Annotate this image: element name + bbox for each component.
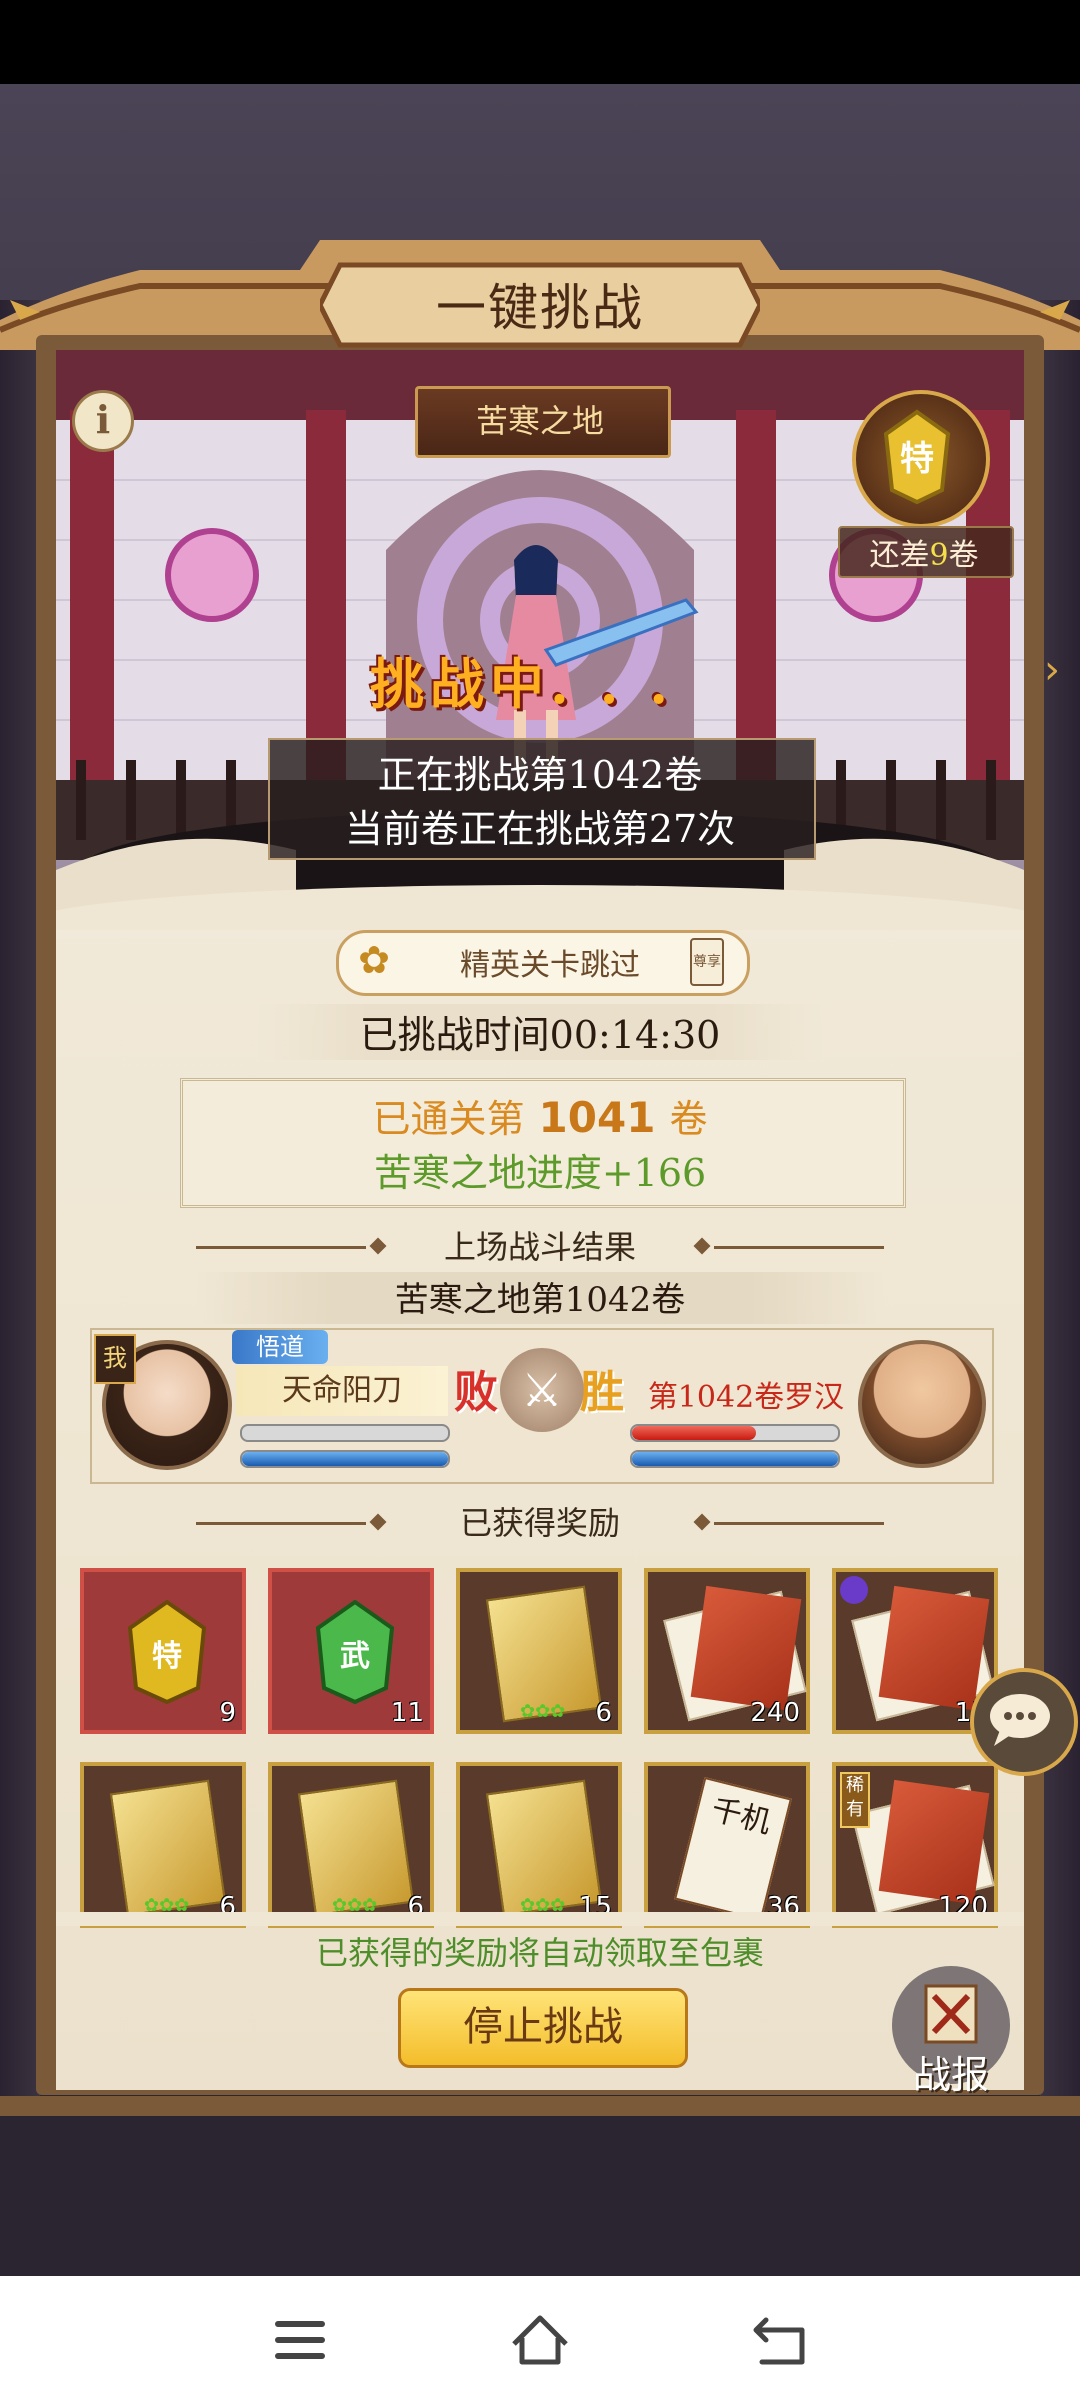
win-mark: 胜 [580, 1367, 624, 1418]
left-pillar [0, 300, 40, 2120]
stop-challenge-button[interactable]: 停止挑战 [398, 1988, 688, 2068]
stage-name: 苦寒之地 [475, 402, 604, 440]
reward-item[interactable]: 特 9 [80, 1568, 246, 1734]
token-gem-icon: 特 [883, 409, 951, 505]
reward-item[interactable]: ✿✿✿ 6 [80, 1762, 246, 1928]
premium-badge: 尊享 [690, 938, 724, 986]
remaining-text: 还差9卷 [869, 538, 979, 573]
rewards-auto-claim-note: 已获得的奖励将自动领取至包裹 [315, 1934, 764, 1972]
cleared-volume-text: 已通关第 1041 卷 [372, 1093, 708, 1142]
info-button[interactable]: i [72, 390, 134, 452]
reward-count: 9 [219, 1698, 236, 1728]
secret-manual-icon [878, 1585, 990, 1711]
attempt-count-text: 当前卷正在挑战第27次 [344, 807, 736, 851]
home-icon[interactable] [500, 2300, 580, 2380]
reward-item[interactable]: ✿✿✿ 15 [456, 1762, 622, 1928]
token-badge[interactable]: 特 [852, 390, 990, 528]
last-battle-heading: 上场战斗结果 [443, 1228, 636, 1266]
enemy-hp-bar [630, 1424, 840, 1442]
chevron-right-icon: › [1044, 647, 1060, 693]
chat-bubble-icon [990, 1694, 1050, 1746]
chat-button[interactable] [970, 1668, 1078, 1776]
crossed-swords-icon: ⚔ [500, 1348, 584, 1432]
last-battle-stage: 苦寒之地第1042卷 [196, 1272, 884, 1324]
purple-orb-icon [840, 1576, 868, 1604]
rarity-stars: ✿✿✿ [520, 1701, 566, 1722]
divider [714, 1522, 884, 1525]
rare-tag: 稀有 [840, 1772, 870, 1828]
my-mp-fill [242, 1452, 448, 1466]
menu-icon[interactable] [260, 2300, 340, 2380]
svg-text:特: 特 [152, 1639, 182, 1674]
reward-item[interactable]: ✿✿✿ 6 [456, 1568, 622, 1734]
enemy-avatar [858, 1340, 986, 1468]
enemy-mp-bar [630, 1450, 840, 1468]
challenging-status: 挑战中. . . [370, 652, 674, 716]
enemy-mp-fill [632, 1452, 838, 1466]
stage-progress-gain: 苦寒之地进度+166 [373, 1151, 707, 1195]
reward-count: 11 [390, 1698, 424, 1728]
gear-icon: ✿ [358, 938, 390, 982]
floor-background [0, 2116, 1080, 2276]
page-title: 一键挑战 [436, 279, 644, 337]
my-skill-name: 天命阳刀 [236, 1366, 448, 1416]
secret-manual-icon [690, 1585, 802, 1711]
back-icon[interactable] [740, 2300, 820, 2380]
reward-count: 240 [750, 1698, 800, 1728]
my-hp-bar [240, 1424, 450, 1442]
elite-skip-label: 精英关卡跳过 [460, 948, 640, 983]
lose-mark: 败 [454, 1367, 498, 1418]
rewards-fade [56, 1912, 1024, 1926]
current-volume-text: 正在挑战第1042卷 [377, 753, 703, 797]
reward-item[interactable]: 稀有 120 [832, 1762, 998, 1928]
reward-count: 6 [595, 1698, 612, 1728]
divider [714, 1246, 884, 1249]
right-pillar [1040, 300, 1080, 2120]
svg-text:武: 武 [340, 1639, 370, 1674]
enemy-name: 第1042卷罗汉 [647, 1380, 845, 1415]
me-tag: 我 [94, 1334, 136, 1384]
status-bar [0, 0, 1080, 84]
reward-item[interactable]: 千机 36 [644, 1762, 810, 1928]
enemy-hp-fill [632, 1426, 756, 1440]
battle-report-label: 战报 [912, 2053, 989, 2097]
reward-item[interactable]: ✿✿✿ 6 [268, 1762, 434, 1928]
wudao-tag: 悟道 [232, 1330, 328, 1364]
my-mp-bar [240, 1450, 450, 1468]
martial-jade-icon: 武 [315, 1600, 395, 1704]
secret-manual-icon [878, 1779, 990, 1905]
elapsed-time: 已挑战时间00:14:30 [256, 1004, 824, 1060]
special-token-icon: 特 [127, 1600, 207, 1704]
reward-item[interactable]: 武 11 [268, 1568, 434, 1734]
svg-text:特: 特 [900, 439, 934, 479]
panel-base [0, 2096, 1080, 2116]
rewards-heading: 已获得奖励 [459, 1504, 620, 1542]
reward-item[interactable]: 240 [644, 1568, 810, 1734]
